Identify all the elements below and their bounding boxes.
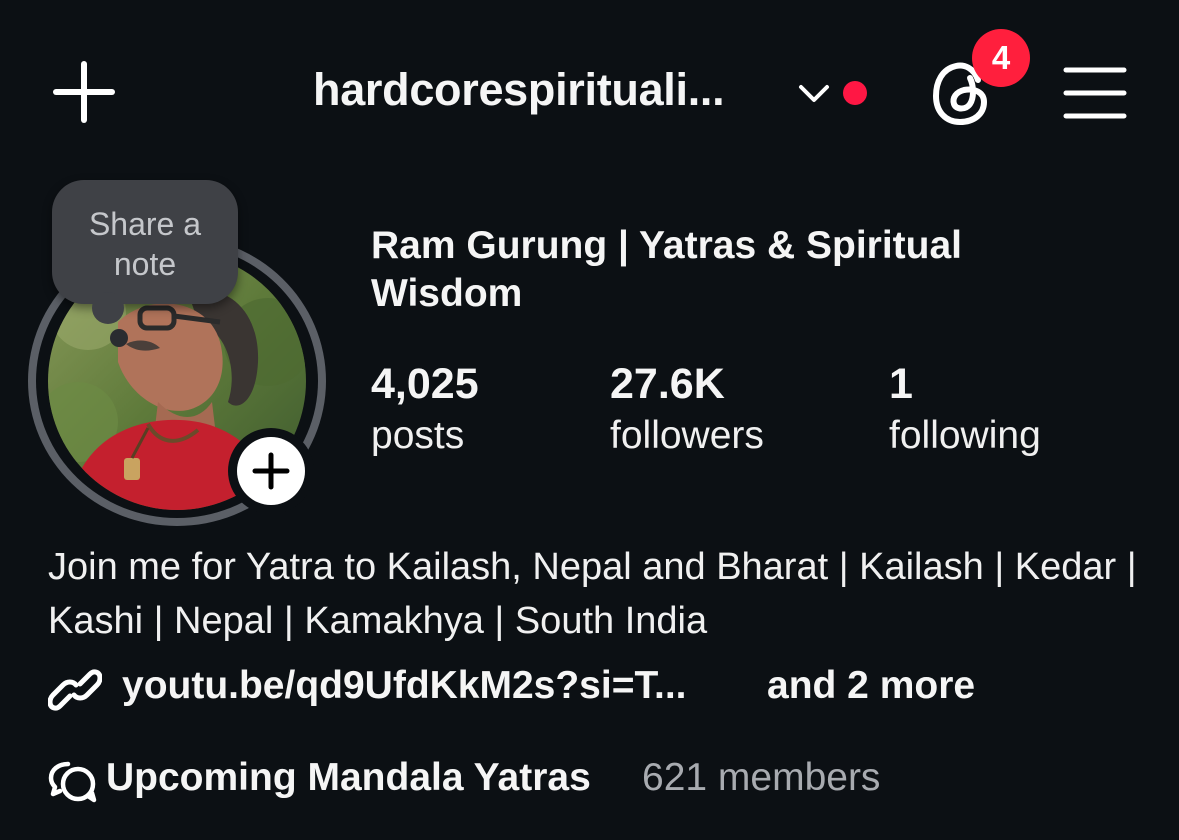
account-username[interactable]: hardcorespirituali... [313, 64, 725, 116]
posts-label: posts [371, 414, 465, 457]
posts-count: 4,025 [371, 360, 479, 408]
account-switcher-button[interactable] [796, 78, 832, 108]
create-button[interactable] [50, 58, 118, 126]
followers-label: followers [610, 414, 764, 457]
add-story-circle [237, 437, 305, 505]
note-text-line1: Share a [88, 206, 202, 242]
notification-badge: 4 [972, 29, 1030, 87]
note-bubble-tail [92, 292, 124, 324]
following-label: following [889, 414, 1041, 457]
plus-icon [252, 452, 290, 490]
stat-following[interactable]: 1 following [889, 358, 1041, 462]
bio-link[interactable]: youtu.be/qd9UfdKkM2s?si=T... [122, 664, 687, 708]
note-text-line2: note [113, 246, 177, 282]
note-bubble-tail-dot [110, 329, 128, 347]
profile-display-name: Ram Gurung | Yatras & Spiritual Wisdom [371, 224, 962, 315]
channel-name: Upcoming Mandala Yatras [106, 756, 591, 799]
channel-members: 621 members [642, 756, 881, 799]
followers-count: 27.6K [610, 360, 725, 408]
bio-link-more[interactable]: and 2 more [767, 664, 975, 708]
link-icon [48, 669, 102, 711]
menu-button[interactable] [1062, 64, 1128, 122]
stat-posts[interactable]: 4,025 posts [371, 358, 479, 462]
stat-followers[interactable]: 27.6K followers [610, 358, 764, 462]
add-story-button[interactable] [228, 428, 314, 514]
share-note-bubble[interactable]: Share a note [52, 180, 238, 304]
following-count: 1 [889, 360, 913, 408]
chat-bubbles-icon [48, 761, 97, 803]
unread-dot [843, 81, 867, 105]
plus-icon [53, 61, 115, 123]
profile-screen: hardcorespirituali... 4 Share a note Ram… [0, 0, 1179, 840]
hamburger-menu-icon [1063, 67, 1127, 119]
chevron-down-icon [799, 85, 829, 102]
profile-bio: Join me for Yatra to Kailash, Nepal and … [48, 546, 1137, 642]
